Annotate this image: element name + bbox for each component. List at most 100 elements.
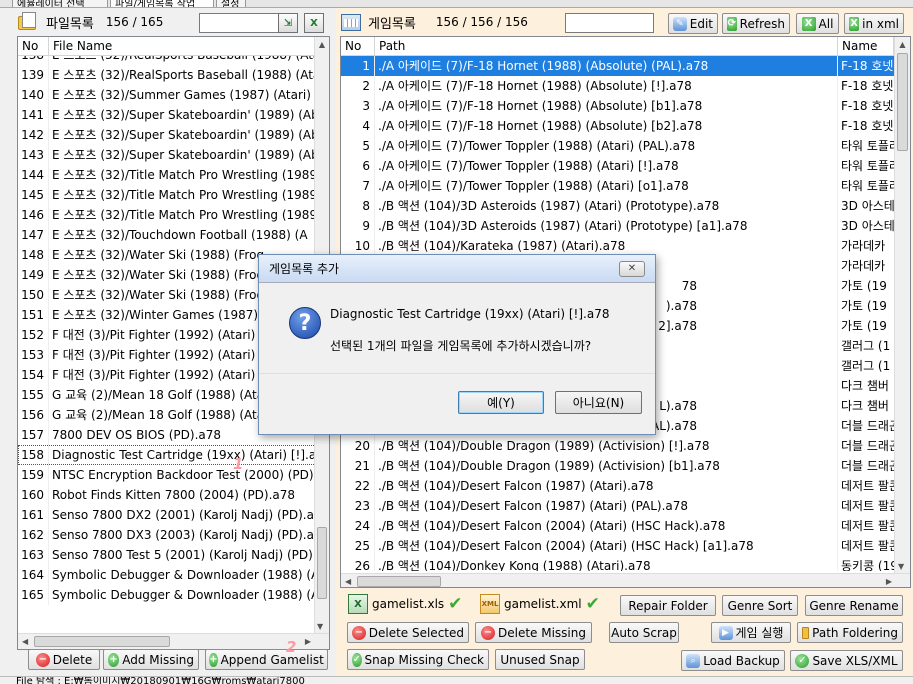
hscroll-thumb[interactable] — [34, 636, 170, 647]
edit-button[interactable]: ✎ Edit — [668, 13, 718, 34]
genre-sort-button[interactable]: Genre Sort — [722, 595, 798, 616]
file-row[interactable]: 139 E 스포츠 (32)/RealSports Baseball (1988)… — [18, 65, 316, 85]
file-row[interactable]: 161 Senso 7800 DX2 (2001) (Karolj Nadj) (… — [18, 505, 316, 525]
file-row-name: Diagnostic Test Cartridge (19xx) (Atari)… — [52, 448, 315, 462]
scroll-down-icon[interactable]: ▼ — [317, 622, 323, 631]
game-row[interactable]: 3 ./A 아케이드 (7)/F-18 Hornet (1988) (Absolu… — [341, 96, 896, 116]
game-scroll-left-icon[interactable]: ◀ — [345, 577, 351, 586]
file-row[interactable]: 160 Robot Finds Kitten 7800 (2004) (PD).a… — [18, 485, 316, 505]
tab-settings[interactable]: 설정 — [216, 0, 246, 7]
game-row[interactable]: 21 ./B 액션 (104)/Double Dragon (1989) (Act… — [341, 456, 896, 476]
genre-rename-label: Genre Rename — [809, 598, 899, 613]
game-row[interactable]: 24 ./B 액션 (104)/Desert Falcon (2004) (Ata… — [341, 516, 896, 536]
scroll-left-icon[interactable]: ◀ — [22, 637, 28, 646]
game-row[interactable]: 22 ./B 액션 (104)/Desert Falcon (1987) (Ata… — [341, 476, 896, 496]
game-row[interactable]: 5 ./A 아케이드 (7)/Tower Toppler (1988) (Atar… — [341, 136, 896, 156]
save-xls-xml-button[interactable]: ✓ Save XLS/XML — [790, 650, 903, 671]
game-search-input[interactable] — [565, 13, 654, 33]
marker-1: 1 — [233, 455, 244, 473]
file-row[interactable]: 163 Senso 7800 Test 5 (2001) (Karolj Nadj… — [18, 545, 316, 565]
excel-button[interactable]: X — [304, 13, 324, 33]
game-row-path: ./A 아케이드 (7)/Tower Toppler (1988) (Atari… — [375, 136, 838, 156]
game-row[interactable]: 1 ./A 아케이드 (7)/F-18 Hornet (1988) (Absolu… — [341, 56, 896, 76]
auto-scrap-button[interactable]: Auto Scrap — [609, 622, 679, 643]
tab-file-game-list[interactable]: 파일/게임목록 작업 — [110, 0, 214, 7]
scroll-right-icon[interactable]: ▶ — [305, 637, 311, 646]
game-hscroll-thumb[interactable] — [357, 576, 441, 587]
game-row[interactable]: 6 ./A 아케이드 (7)/Tower Toppler (1988) (Atar… — [341, 156, 896, 176]
scroll-thumb[interactable] — [317, 527, 327, 599]
file-search-input[interactable] — [199, 13, 282, 33]
file-row[interactable]: 144 E 스포츠 (32)/Title Match Pro Wrestling … — [18, 165, 316, 185]
refresh-button[interactable]: ⟳ Refresh — [722, 13, 790, 34]
excel-all-icon: X — [801, 16, 816, 31]
game-row-name: 갤러그 (1 — [841, 339, 891, 353]
snap-missing-check-button[interactable]: ✓ Snap Missing Check — [347, 649, 489, 670]
path-foldering-button[interactable]: Path Foldering — [797, 622, 903, 643]
export-button[interactable]: ⇲ — [278, 13, 298, 33]
game-run-button[interactable]: ▶ 게임 실행 — [711, 622, 791, 643]
file-row-no: 163 — [18, 545, 49, 565]
delete-icon: − — [35, 652, 50, 667]
file-row-no: 165 — [18, 585, 49, 605]
load-backup-button[interactable]: ⌕ Load Backup — [681, 650, 785, 671]
file-row[interactable]: 140 E 스포츠 (32)/Summer Games (1987) (Atari… — [18, 85, 316, 105]
file-row[interactable]: 141 E 스포츠 (32)/Super Skateboardin' (1989)… — [18, 105, 316, 125]
col-no[interactable]: No — [18, 37, 49, 55]
game-row[interactable]: 9 ./B 액션 (104)/3D Asteroids (1987) (Atari… — [341, 216, 896, 236]
game-scroll-down-icon[interactable]: ▼ — [898, 562, 904, 571]
game-row-no: 24 — [341, 516, 375, 536]
game-scroll-up-icon[interactable]: ▲ — [895, 40, 910, 49]
game-row[interactable]: 8 ./B 액션 (104)/3D Asteroids (1987) (Atari… — [341, 196, 896, 216]
delete-button[interactable]: − Delete — [28, 649, 100, 670]
game-row[interactable]: 2 ./A 아케이드 (7)/F-18 Hornet (1988) (Absolu… — [341, 76, 896, 96]
file-row[interactable]: 158 Diagnostic Test Cartridge (19xx) (Ata… — [18, 445, 316, 465]
file-row[interactable]: 147 E 스포츠 (32)/Touchdown Football (1988) … — [18, 225, 316, 245]
delete-missing-button[interactable]: − Delete Missing — [475, 622, 592, 643]
file-row[interactable]: 145 E 스포츠 (32)/Title Match Pro Wrestling … — [18, 185, 316, 205]
no-button[interactable]: 아니요(N) — [555, 391, 642, 414]
yes-button[interactable]: 예(Y) — [458, 391, 544, 414]
in-xml-button[interactable]: Xin xml — [844, 13, 904, 34]
col-file-name[interactable]: File Name — [49, 37, 315, 55]
game-row[interactable]: 25 ./B 액션 (104)/Desert Falcon (2004) (Ata… — [341, 536, 896, 556]
game-row[interactable]: 20 ./B 액션 (104)/Double Dragon (1989) (Act… — [341, 436, 896, 456]
delete-selected-button[interactable]: − Delete Selected — [347, 622, 469, 643]
col-path[interactable]: Path — [375, 37, 838, 55]
game-row[interactable]: 7 ./A 아케이드 (7)/Tower Toppler (1988) (Atar… — [341, 176, 896, 196]
game-scroll-thumb[interactable] — [897, 53, 908, 151]
scroll-up-icon[interactable]: ▲ — [315, 40, 329, 49]
file-row[interactable]: 143 E 스포츠 (32)/Super Skateboardin' (1989)… — [18, 145, 316, 165]
file-row[interactable]: 164 Symbolic Debugger & Downloader (1988)… — [18, 565, 316, 585]
game-row[interactable]: 10 ./B 액션 (104)/Karateka (1987) (Atari).a… — [341, 236, 896, 256]
col-name[interactable]: Name — [838, 37, 894, 55]
save-icon: ✓ — [795, 653, 810, 668]
dialog-title: 게임목록 추가 — [269, 262, 340, 276]
game-vscroll[interactable]: ▲ ▼ — [894, 37, 910, 573]
file-row[interactable]: 162 Senso 7800 DX3 (2003) (Karolj Nadj) (… — [18, 525, 316, 545]
col-game-no[interactable]: No — [341, 37, 375, 55]
file-row[interactable]: 165 Symbolic Debugger & Downloader (1988)… — [18, 585, 316, 605]
file-row[interactable]: 159 NTSC Encryption Backdoor Test (2000) … — [18, 465, 316, 485]
file-row-name: Senso 7800 DX2 (2001) (Karolj Nadj) (PD)… — [52, 508, 315, 522]
repair-folder-button[interactable]: Repair Folder — [620, 595, 716, 616]
game-row-name: 타워 토플러 — [841, 159, 896, 173]
all-button[interactable]: X All — [796, 13, 839, 34]
game-row-no: 10 — [341, 236, 375, 256]
unused-snap-button[interactable]: Unused Snap — [495, 649, 585, 670]
game-row-name: 가라데카 — [841, 239, 886, 253]
tab-emulator[interactable]: 에뮬레이터 선택 — [12, 0, 108, 7]
game-row[interactable]: 26 ./B 액션 (104)/Donkey Kong (1988) (Atari… — [341, 556, 896, 571]
file-row[interactable]: 146 E 스포츠 (32)/Title Match Pro Wrestling … — [18, 205, 316, 225]
add-missing-button[interactable]: + Add Missing — [103, 649, 199, 670]
game-hscroll[interactable]: ◀ ▶ — [341, 573, 910, 587]
game-scroll-right-icon[interactable]: ▶ — [886, 577, 892, 586]
close-button[interactable]: ✕ — [619, 261, 645, 277]
game-row[interactable]: 23 ./B 액션 (104)/Desert Falcon (1987) (Ata… — [341, 496, 896, 516]
file-row[interactable]: 138E 스포츠 (32)/RealSports Baseball (1988)… — [18, 56, 316, 65]
append-gamelist-button[interactable]: + Append Gamelist — [205, 649, 328, 670]
game-row[interactable]: 4 ./A 아케이드 (7)/F-18 Hornet (1988) (Absolu… — [341, 116, 896, 136]
file-hscroll[interactable]: ◀ ▶ — [18, 633, 329, 649]
genre-rename-button[interactable]: Genre Rename — [805, 595, 903, 616]
file-row[interactable]: 142 E 스포츠 (32)/Super Skateboardin' (1989)… — [18, 125, 316, 145]
